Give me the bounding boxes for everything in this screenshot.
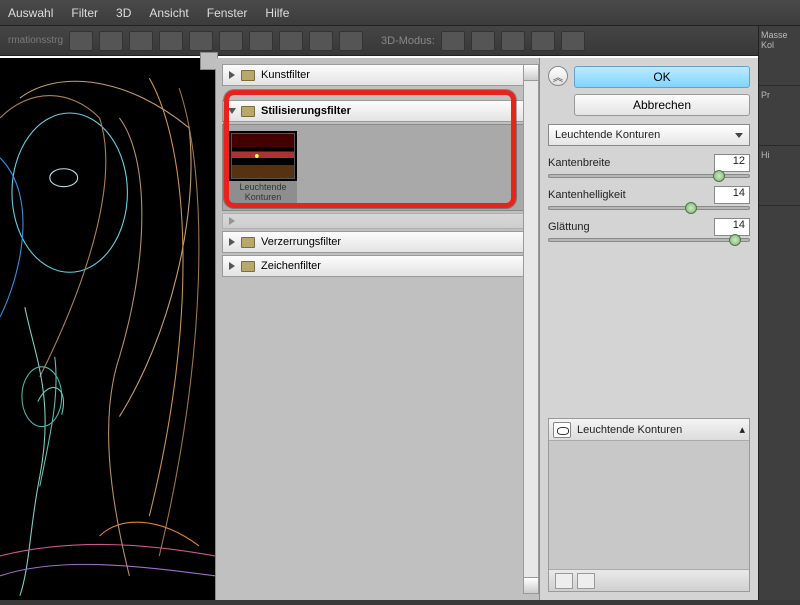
dropdown-value: Leuchtende Konturen bbox=[555, 129, 660, 141]
trash-icon[interactable] bbox=[577, 573, 595, 589]
chevron-up-icon[interactable]: ▴ bbox=[739, 423, 745, 436]
filter-group-stilisierungsfilter[interactable]: Stilisierungsfilter bbox=[222, 100, 535, 122]
preview-image bbox=[0, 58, 215, 600]
slider-thumb[interactable] bbox=[729, 234, 741, 246]
opt-icon[interactable] bbox=[219, 31, 243, 51]
opt-icon[interactable] bbox=[501, 31, 525, 51]
filter-dropdown[interactable]: Leuchtende Konturen bbox=[548, 124, 750, 146]
double-chevron-up-icon: ︽ bbox=[553, 69, 563, 84]
opt-icon[interactable] bbox=[561, 31, 585, 51]
opt-icon[interactable] bbox=[471, 31, 495, 51]
opt-icon[interactable] bbox=[279, 31, 303, 51]
chevron-down-icon bbox=[735, 133, 743, 138]
opt-icon[interactable] bbox=[129, 31, 153, 51]
menu-auswahl[interactable]: Auswahl bbox=[8, 6, 53, 20]
thumb-label: Konturen bbox=[231, 192, 295, 202]
param-value-input[interactable]: 14 bbox=[714, 186, 750, 204]
slider-track[interactable] bbox=[548, 206, 750, 210]
filter-thumbnails: Leuchtende Konturen bbox=[222, 124, 535, 211]
eye-icon[interactable] bbox=[553, 422, 571, 438]
ok-button[interactable]: OK bbox=[574, 66, 750, 88]
opt-icon[interactable] bbox=[99, 31, 123, 51]
filter-thumb-leuchtende-konturen[interactable]: Leuchtende Konturen bbox=[229, 131, 297, 204]
folder-icon bbox=[241, 70, 255, 81]
thumb-label: Leuchtende bbox=[231, 182, 295, 192]
opt-icon[interactable] bbox=[531, 31, 555, 51]
options-bar: rmationsstrg 3D-Modus: bbox=[0, 26, 800, 56]
folder-icon bbox=[241, 237, 255, 248]
group-label: Kunstfilter bbox=[261, 69, 310, 81]
disclosure-right-icon bbox=[229, 238, 235, 246]
controls-pane: ︽ OK Abbrechen Leuchtende Konturen Kante… bbox=[540, 58, 758, 600]
opt-icon[interactable] bbox=[441, 31, 465, 51]
folder-icon bbox=[241, 261, 255, 272]
filter-group-zeichenfilter[interactable]: Zeichenfilter bbox=[222, 255, 535, 277]
menu-fenster[interactable]: Fenster bbox=[207, 6, 248, 20]
right-dock: Masse Kol Pr Hi bbox=[758, 26, 800, 600]
preview-pane[interactable] bbox=[0, 58, 216, 600]
param-label: Kantenhelligkeit bbox=[548, 189, 626, 201]
disclosure-right-icon bbox=[229, 217, 235, 225]
disclosure-right-icon bbox=[229, 71, 235, 79]
param-kantenbreite: Kantenbreite 12 bbox=[548, 154, 750, 178]
cancel-button[interactable]: Abbrechen bbox=[574, 94, 750, 116]
effect-layers-panel: Leuchtende Konturen ▴ bbox=[548, 418, 750, 592]
opt-icon[interactable] bbox=[159, 31, 183, 51]
collapse-button[interactable]: ︽ bbox=[548, 66, 568, 86]
filter-list-pane: Kunstfilter Stilisierungsfilter Leuchten… bbox=[216, 58, 540, 600]
opt-icon[interactable] bbox=[69, 31, 93, 51]
menu-filter[interactable]: Filter bbox=[71, 6, 98, 20]
scroll-down-icon[interactable] bbox=[524, 577, 538, 593]
group-label: Zeichenfilter bbox=[261, 260, 321, 272]
menu-hilfe[interactable]: Hilfe bbox=[265, 6, 289, 20]
group-label: Stilisierungsfilter bbox=[261, 105, 351, 117]
new-layer-icon[interactable] bbox=[555, 573, 573, 589]
slider-thumb[interactable] bbox=[685, 202, 697, 214]
filter-group-verzerrungsfilter[interactable]: Verzerrungsfilter bbox=[222, 231, 535, 253]
disclosure-down-icon bbox=[228, 108, 236, 114]
slider-thumb[interactable] bbox=[713, 170, 725, 182]
thumb-image bbox=[231, 133, 295, 179]
dock-tab[interactable]: Pr bbox=[759, 86, 800, 146]
group-label: Verzerrungsfilter bbox=[261, 236, 341, 248]
dock-tab[interactable]: Hi bbox=[759, 146, 800, 206]
folder-icon bbox=[241, 106, 255, 117]
filter-group-kunstfilter[interactable]: Kunstfilter bbox=[222, 64, 535, 86]
opt-icon[interactable] bbox=[189, 31, 213, 51]
param-glaettung: Glättung 14 bbox=[548, 218, 750, 242]
disclosure-right-icon bbox=[229, 262, 235, 270]
param-kantenhelligkeit: Kantenhelligkeit 14 bbox=[548, 186, 750, 210]
scroll-up-icon[interactable] bbox=[524, 65, 538, 81]
main-menu-bar: Auswahl Filter 3D Ansicht Fenster Hilfe bbox=[0, 0, 800, 26]
param-value-input[interactable]: 14 bbox=[714, 218, 750, 236]
crumb-label: rmationsstrg bbox=[8, 35, 63, 46]
slider-track[interactable] bbox=[548, 174, 750, 178]
scrollbar[interactable] bbox=[523, 64, 539, 594]
param-label: Glättung bbox=[548, 221, 590, 233]
opt-icon[interactable] bbox=[309, 31, 333, 51]
layer-title: Leuchtende Konturen bbox=[577, 424, 682, 436]
filter-gallery-dialog: Kunstfilter Stilisierungsfilter Leuchten… bbox=[0, 56, 758, 600]
param-label: Kantenbreite bbox=[548, 157, 610, 169]
filter-group-obscured[interactable] bbox=[222, 213, 535, 229]
menu-3d[interactable]: 3D bbox=[116, 6, 131, 20]
menu-ansicht[interactable]: Ansicht bbox=[149, 6, 188, 20]
opt-icon[interactable] bbox=[339, 31, 363, 51]
layers-footer bbox=[549, 569, 749, 591]
opt-icon[interactable] bbox=[249, 31, 273, 51]
slider-track[interactable] bbox=[548, 238, 750, 242]
dock-tab[interactable]: Masse Kol bbox=[759, 26, 800, 86]
layers-body bbox=[549, 441, 749, 569]
mode-label: 3D-Modus: bbox=[381, 35, 435, 47]
